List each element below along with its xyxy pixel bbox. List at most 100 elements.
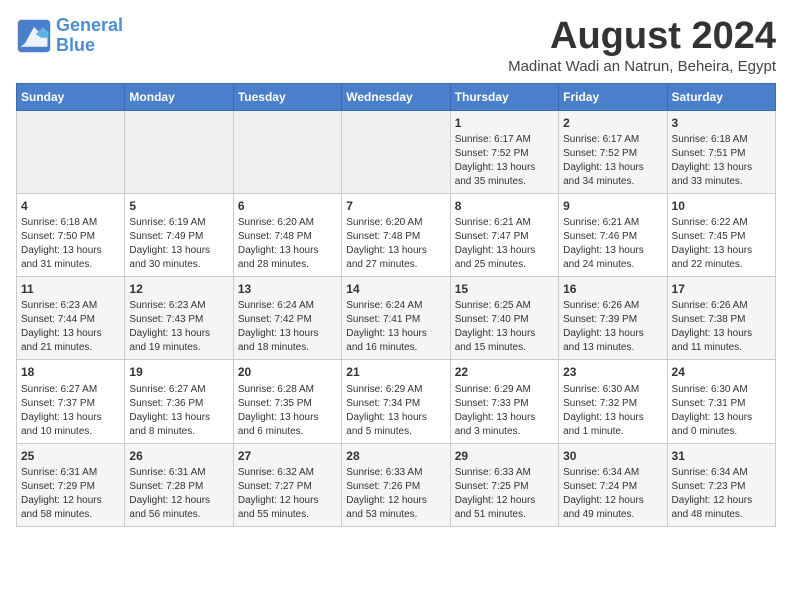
- day-of-week-header: Saturday: [667, 83, 775, 110]
- day-number: 29: [455, 448, 554, 464]
- day-of-week-header: Tuesday: [233, 83, 341, 110]
- day-number: 11: [21, 281, 120, 297]
- page-title: August 2024: [508, 16, 776, 58]
- calendar-cell: 28 Sunrise: 6:33 AM Sunset: 7:26 PM Dayli…: [342, 443, 450, 526]
- calendar-cell: 8 Sunrise: 6:21 AM Sunset: 7:47 PM Daylig…: [450, 193, 558, 276]
- day-number: 4: [21, 198, 120, 214]
- day-info: Sunrise: 6:24 AM Sunset: 7:41 PM Dayligh…: [346, 299, 445, 355]
- day-number: 22: [455, 364, 554, 380]
- calendar-cell: 23Sunrise: 6:30 AM Sunset: 7:32 PM Dayli…: [559, 360, 667, 443]
- day-info: Sunrise: 6:17 AM Sunset: 7:52 PM Dayligh…: [455, 133, 554, 189]
- calendar-cell: 21 Sunrise: 6:29 AM Sunset: 7:34 PM Dayli…: [342, 360, 450, 443]
- day-number: 9: [563, 198, 662, 214]
- day-number: 26: [129, 448, 228, 464]
- day-number: 20: [238, 364, 337, 380]
- day-of-week-header: Sunday: [17, 83, 125, 110]
- day-number: 5: [129, 198, 228, 214]
- day-info: Sunrise: 6:21 AM Sunset: 7:46 PM Dayligh…: [563, 216, 662, 272]
- calendar-cell: 11 Sunrise: 6:23 AM Sunset: 7:44 PM Dayli…: [17, 277, 125, 360]
- page-subtitle: Madinat Wadi an Natrun, Beheira, Egypt: [508, 58, 776, 75]
- day-number: 28: [346, 448, 445, 464]
- calendar-cell: 20 Sunrise: 6:28 AM Sunset: 7:35 PM Dayli…: [233, 360, 341, 443]
- day-info: Sunrise: 6:28 AM Sunset: 7:35 PM Dayligh…: [238, 383, 337, 439]
- calendar-cell: 31 Sunrise: 6:34 AM Sunset: 7:23 PM Dayli…: [667, 443, 775, 526]
- day-info: Sunrise: 6:22 AM Sunset: 7:45 PM Dayligh…: [672, 216, 771, 272]
- calendar-cell: 18 Sunrise: 6:27 AM Sunset: 7:37 PM Dayli…: [17, 360, 125, 443]
- logo-text-blue: Blue: [56, 35, 95, 55]
- day-info: Sunrise: 6:27 AM Sunset: 7:36 PM Dayligh…: [129, 383, 228, 439]
- calendar-body: 1 Sunrise: 6:17 AM Sunset: 7:52 PM Daylig…: [17, 110, 776, 526]
- day-of-week-header: Wednesday: [342, 83, 450, 110]
- day-number: 18: [21, 364, 120, 380]
- day-info: Sunrise: 6:34 AM Sunset: 7:23 PM Dayligh…: [672, 466, 771, 522]
- day-info: Sunrise: 6:20 AM Sunset: 7:48 PM Dayligh…: [238, 216, 337, 272]
- day-info: Sunrise: 6:23 AM Sunset: 7:44 PM Dayligh…: [21, 299, 120, 355]
- day-info: Sunrise: 6:33 AM Sunset: 7:26 PM Dayligh…: [346, 466, 445, 522]
- logo: General Blue: [16, 16, 123, 56]
- day-number: 23: [563, 364, 662, 380]
- calendar-cell: 10 Sunrise: 6:22 AM Sunset: 7:45 PM Dayli…: [667, 193, 775, 276]
- day-number: 3: [672, 115, 771, 131]
- calendar-cell: [125, 110, 233, 193]
- day-info: Sunrise: 6:29 AM Sunset: 7:34 PM Dayligh…: [346, 383, 445, 439]
- day-info: Sunrise: 6:25 AM Sunset: 7:40 PM Dayligh…: [455, 299, 554, 355]
- day-number: 21: [346, 364, 445, 380]
- day-number: 25: [21, 448, 120, 464]
- logo-text-general: General: [56, 15, 123, 35]
- day-number: 19: [129, 364, 228, 380]
- day-info: Sunrise: 6:29 AM Sunset: 7:33 PM Dayligh…: [455, 383, 554, 439]
- day-number: 17: [672, 281, 771, 297]
- calendar-cell: 13 Sunrise: 6:24 AM Sunset: 7:42 PM Dayli…: [233, 277, 341, 360]
- day-info: Sunrise: 6:34 AM Sunset: 7:24 PM Dayligh…: [563, 466, 662, 522]
- calendar-cell: 19 Sunrise: 6:27 AM Sunset: 7:36 PM Dayli…: [125, 360, 233, 443]
- calendar-cell: [233, 110, 341, 193]
- day-number: 27: [238, 448, 337, 464]
- calendar-cell: 16 Sunrise: 6:26 AM Sunset: 7:39 PM Dayli…: [559, 277, 667, 360]
- day-info: Sunrise: 6:18 AM Sunset: 7:50 PM Dayligh…: [21, 216, 120, 272]
- day-info: Sunrise: 6:31 AM Sunset: 7:28 PM Dayligh…: [129, 466, 228, 522]
- day-of-week-header: Monday: [125, 83, 233, 110]
- day-number: 13: [238, 281, 337, 297]
- calendar-header: SundayMondayTuesdayWednesdayThursdayFrid…: [17, 83, 776, 110]
- day-info: Sunrise: 6:27 AM Sunset: 7:37 PM Dayligh…: [21, 383, 120, 439]
- day-of-week-header: Thursday: [450, 83, 558, 110]
- calendar-cell: 29 Sunrise: 6:33 AM Sunset: 7:25 PM Dayli…: [450, 443, 558, 526]
- calendar-cell: 22 Sunrise: 6:29 AM Sunset: 7:33 PM Dayli…: [450, 360, 558, 443]
- calendar-cell: 1 Sunrise: 6:17 AM Sunset: 7:52 PM Daylig…: [450, 110, 558, 193]
- day-number: 1: [455, 115, 554, 131]
- day-info: Sunrise: 6:21 AM Sunset: 7:47 PM Dayligh…: [455, 216, 554, 272]
- calendar-cell: 3 Sunrise: 6:18 AM Sunset: 7:51 PM Daylig…: [667, 110, 775, 193]
- day-info: Sunrise: 6:24 AM Sunset: 7:42 PM Dayligh…: [238, 299, 337, 355]
- day-number: 30: [563, 448, 662, 464]
- day-number: 12: [129, 281, 228, 297]
- calendar-cell: 26 Sunrise: 6:31 AM Sunset: 7:28 PM Dayli…: [125, 443, 233, 526]
- day-info: Sunrise: 6:26 AM Sunset: 7:39 PM Dayligh…: [563, 299, 662, 355]
- day-info: Sunrise: 6:23 AM Sunset: 7:43 PM Dayligh…: [129, 299, 228, 355]
- calendar-cell: 7Sunrise: 6:20 AM Sunset: 7:48 PM Daylig…: [342, 193, 450, 276]
- calendar-cell: 4 Sunrise: 6:18 AM Sunset: 7:50 PM Daylig…: [17, 193, 125, 276]
- calendar-cell: 30 Sunrise: 6:34 AM Sunset: 7:24 PM Dayli…: [559, 443, 667, 526]
- logo-icon: [16, 18, 52, 54]
- calendar-cell: 12 Sunrise: 6:23 AM Sunset: 7:43 PM Dayli…: [125, 277, 233, 360]
- calendar-cell: 5Sunrise: 6:19 AM Sunset: 7:49 PM Daylig…: [125, 193, 233, 276]
- day-info: Sunrise: 6:32 AM Sunset: 7:27 PM Dayligh…: [238, 466, 337, 522]
- day-of-week-header: Friday: [559, 83, 667, 110]
- calendar-cell: 14Sunrise: 6:24 AM Sunset: 7:41 PM Dayli…: [342, 277, 450, 360]
- calendar-cell: 15Sunrise: 6:25 AM Sunset: 7:40 PM Dayli…: [450, 277, 558, 360]
- day-info: Sunrise: 6:18 AM Sunset: 7:51 PM Dayligh…: [672, 133, 771, 189]
- day-number: 10: [672, 198, 771, 214]
- calendar-cell: 27 Sunrise: 6:32 AM Sunset: 7:27 PM Dayli…: [233, 443, 341, 526]
- day-number: 16: [563, 281, 662, 297]
- day-info: Sunrise: 6:20 AM Sunset: 7:48 PM Dayligh…: [346, 216, 445, 272]
- day-number: 8: [455, 198, 554, 214]
- calendar-cell: 6 Sunrise: 6:20 AM Sunset: 7:48 PM Daylig…: [233, 193, 341, 276]
- day-number: 31: [672, 448, 771, 464]
- day-info: Sunrise: 6:26 AM Sunset: 7:38 PM Dayligh…: [672, 299, 771, 355]
- day-info: Sunrise: 6:33 AM Sunset: 7:25 PM Dayligh…: [455, 466, 554, 522]
- title-block: August 2024 Madinat Wadi an Natrun, Behe…: [508, 16, 776, 75]
- calendar-cell: 24Sunrise: 6:30 AM Sunset: 7:31 PM Dayli…: [667, 360, 775, 443]
- day-info: Sunrise: 6:30 AM Sunset: 7:31 PM Dayligh…: [672, 383, 771, 439]
- calendar-cell: [17, 110, 125, 193]
- day-info: Sunrise: 6:17 AM Sunset: 7:52 PM Dayligh…: [563, 133, 662, 189]
- day-number: 6: [238, 198, 337, 214]
